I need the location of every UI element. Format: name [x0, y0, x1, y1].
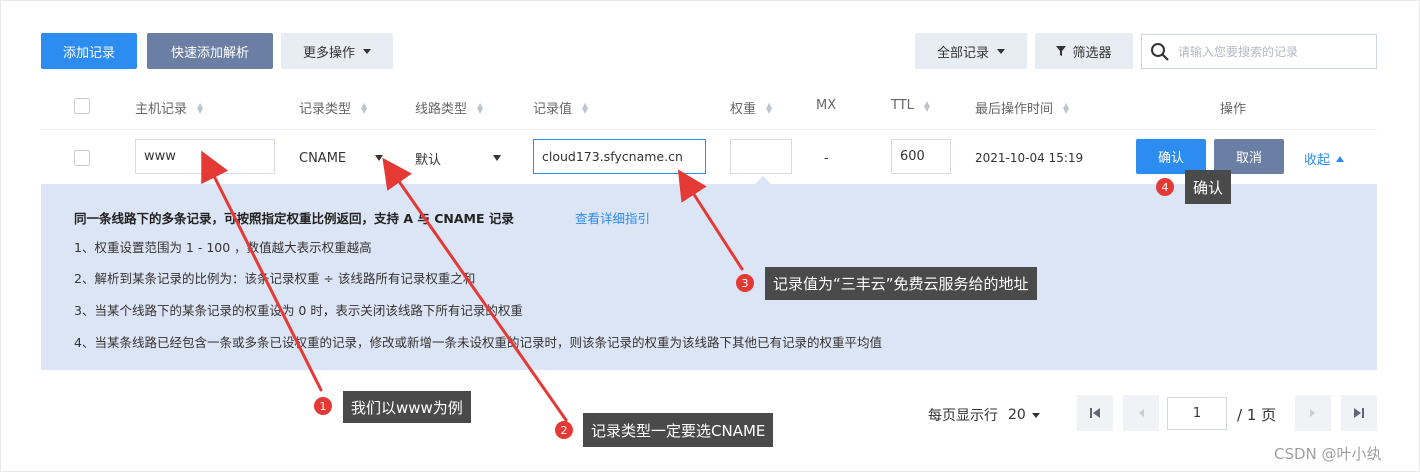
more-actions-dropdown[interactable]: 更多操作	[281, 33, 393, 69]
header-mx: MX	[816, 98, 837, 113]
line-select[interactable]: 默认	[415, 150, 505, 168]
select-all-checkbox[interactable]	[74, 98, 90, 114]
header-type[interactable]: 记录类型 ▲ ▼	[299, 98, 367, 117]
filter-label: 筛选器	[1072, 45, 1112, 61]
header-last-op[interactable]: 最后操作时间 ▲ ▼	[975, 98, 1069, 117]
annotation-label-4: 确认	[1185, 170, 1232, 204]
sort-icon: ▲ ▼	[582, 100, 589, 115]
row-checkbox[interactable]	[74, 150, 90, 166]
annotation-label-2: 记录类型一定要选CNAME	[583, 413, 774, 447]
page-number-input[interactable]: 1	[1167, 397, 1227, 430]
chevron-down-icon	[363, 48, 371, 54]
chevron-up-icon	[1336, 155, 1345, 162]
header-line[interactable]: 线路类型 ▲ ▼	[415, 98, 483, 117]
search-box[interactable]	[1141, 34, 1377, 69]
prev-page-button[interactable]	[1123, 395, 1159, 431]
header-ttl[interactable]: TTL ▲ ▼	[891, 98, 930, 113]
panel-title: 同一条线路下的多条记录，可按照指定权重比例返回，支持 A 与 CNAME 记录	[74, 211, 514, 226]
all-records-label: 全部记录	[936, 45, 989, 61]
header-divider	[41, 129, 1377, 130]
add-record-button[interactable]: 添加记录	[41, 33, 137, 69]
search-input[interactable]	[1178, 44, 1358, 59]
header-value[interactable]: 记录值 ▲ ▼	[533, 98, 588, 117]
panel-pointer	[755, 176, 771, 184]
line-value: 默认	[415, 152, 442, 168]
last-op-time: 2021-10-04 15:19	[975, 151, 1084, 165]
sort-icon: ▲ ▼	[477, 100, 484, 115]
annotation-number-2: 2	[555, 421, 573, 439]
next-page-button[interactable]	[1295, 395, 1331, 431]
weight-input[interactable]	[730, 139, 792, 174]
chevron-down-icon	[1031, 412, 1040, 418]
chevron-down-icon	[997, 48, 1005, 54]
funnel-icon	[1056, 46, 1067, 56]
page-size-value: 20	[1008, 407, 1026, 423]
filter-button[interactable]: 筛选器	[1035, 33, 1133, 69]
confirm-button[interactable]: 确认	[1136, 139, 1206, 174]
chevron-down-icon[interactable]	[493, 155, 501, 161]
header-weight[interactable]: 权重 ▲ ▼	[730, 98, 772, 117]
search-icon	[1151, 42, 1169, 61]
header-actions: 操作	[1220, 102, 1247, 117]
page-size-select[interactable]: 每页显示行 20	[928, 405, 1040, 425]
sort-icon: ▲ ▼	[361, 100, 368, 115]
annotation-number-3: 3	[736, 274, 754, 292]
first-page-icon	[1090, 408, 1100, 418]
sort-icon: ▲ ▼	[1063, 100, 1070, 115]
next-page-icon	[1310, 409, 1315, 417]
panel-line-2: 2、解析到某条记录的比例为：该条记录权重 ÷ 该线路所有记录权重之和	[74, 271, 476, 286]
cancel-button[interactable]: 取消	[1214, 139, 1284, 174]
host-input[interactable]: www	[135, 139, 275, 174]
last-page-icon	[1354, 408, 1364, 418]
annotation-number-4: 4	[1156, 178, 1174, 196]
page-size-label: 每页显示行	[928, 408, 998, 424]
guide-link[interactable]: 查看详细指引	[575, 208, 650, 227]
sort-icon: ▲ ▼	[923, 98, 931, 113]
sort-icon: ▲ ▼	[197, 100, 204, 115]
all-records-dropdown[interactable]: 全部记录	[915, 33, 1027, 69]
annotation-number-1: 1	[314, 397, 332, 415]
annotation-label-1: 我们以www为例	[343, 391, 471, 423]
watermark: CSDN @叶小纨	[1274, 445, 1382, 463]
panel-line-3: 3、当某个线路下的某条记录的权重设为 0 时，表示关闭该线路下所有记录的权重	[74, 303, 523, 318]
record-value-input[interactable]: cloud173.sfycname.cn	[533, 139, 706, 174]
more-actions-label: 更多操作	[302, 45, 355, 61]
panel-line-1: 1、权重设置范围为 1 - 100 ，数值越大表示权重越高	[74, 240, 372, 255]
prev-page-icon	[1139, 409, 1144, 417]
ttl-input[interactable]: 600	[891, 139, 951, 174]
quick-add-button[interactable]: 快速添加解析	[147, 33, 273, 69]
sort-icon: ▲ ▼	[766, 100, 773, 115]
type-value: CNAME	[299, 150, 347, 166]
panel-line-4: 4、当某条线路已经包含一条或多条已设权重的记录，修改或新增一条未设权重的记录时，…	[74, 335, 882, 350]
collapse-link[interactable]: 收起	[1304, 149, 1345, 168]
chevron-down-icon[interactable]	[375, 155, 383, 161]
header-host[interactable]: 主机记录 ▲ ▼	[135, 98, 203, 117]
first-page-button[interactable]	[1077, 395, 1113, 431]
annotation-label-3: 记录值为“三丰云”免费云服务给的地址	[765, 267, 1037, 300]
mx-value: -	[824, 151, 829, 166]
total-pages: / 1 页	[1237, 406, 1277, 424]
last-page-button[interactable]	[1341, 395, 1377, 431]
